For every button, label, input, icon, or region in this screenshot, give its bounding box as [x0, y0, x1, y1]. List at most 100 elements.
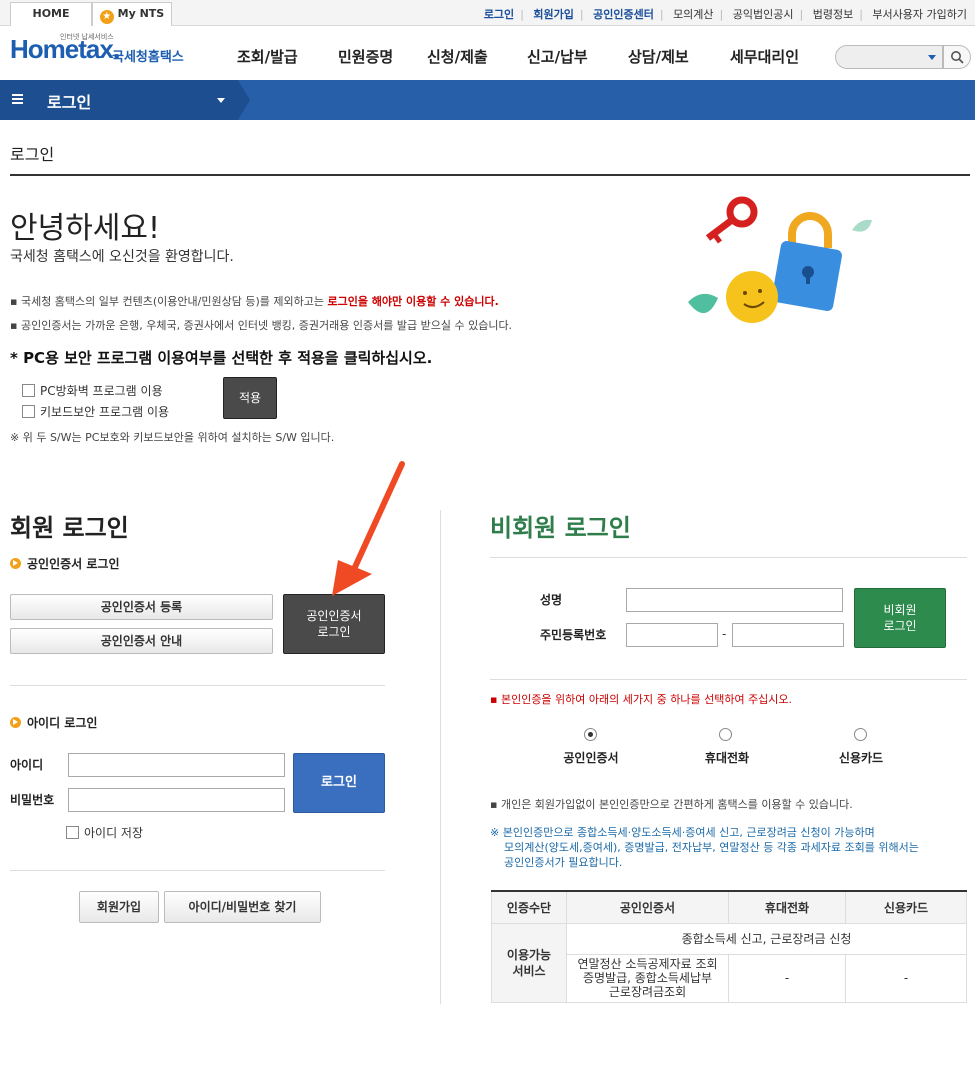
cert-guide-button[interactable]: 공인인증서 안내 — [10, 628, 273, 654]
find-id-password-button[interactable]: 아이디/비밀번호 찾기 — [164, 891, 321, 923]
hometax-logo[interactable]: 인터넷 납세서비스 Hometax. 국세청홈택스 — [10, 32, 200, 72]
table-header-row: 인증수단 공인인증서 휴대전화 신용카드 — [491, 890, 967, 924]
row-label-cell: 이용가능 서비스 — [491, 922, 567, 1003]
nonmember-info-note: ▪ 개인은 회원가입없이 본인인증만으로 간편하게 홈택스를 이용할 수 있습니… — [490, 798, 853, 811]
nav-report[interactable]: 신고/납부 — [527, 46, 588, 67]
radio-card-label: 신용카드 — [838, 751, 884, 765]
mynts-tab-label: My NTS — [117, 7, 165, 20]
id-login-heading-text: 아이디 로그인 — [27, 716, 98, 730]
toplink-dept-user-join[interactable]: 부서사용자 가입하기 — [872, 6, 967, 22]
name-input[interactable] — [626, 588, 843, 612]
rrn-label: 주민등록번호 — [540, 628, 607, 642]
row-label-line1: 이용가능 — [506, 947, 552, 962]
warning-line1: ※ 본인인증만으로 종합소득세·양도소득세·증여세 신고, 근로장려금 신청이 … — [490, 826, 875, 839]
password-input[interactable] — [68, 788, 285, 812]
home-tab-label: HOME — [32, 7, 70, 20]
annotation-arrow — [332, 461, 405, 596]
nonmember-login-title: 비회원 로그인 — [490, 514, 631, 542]
nonmember-login-button[interactable]: 비회원 로그인 — [854, 588, 946, 648]
divider — [10, 685, 385, 686]
select-auth-note-text: 본인인증을 위하여 아래의 세가지 중 하나를 선택하여 주십시오. — [500, 693, 793, 706]
nav-inquiry[interactable]: 조회/발급 — [237, 46, 298, 67]
column-divider — [440, 510, 441, 1004]
note1-red-text: 로그인을 해야만 이용할 수 있습니다. — [327, 295, 499, 308]
toplink-join[interactable]: 회원가입 — [533, 6, 573, 22]
save-id-label: 아이디 저장 — [84, 826, 144, 840]
id-login-heading: 아이디 로그인 — [10, 714, 97, 731]
radio-card[interactable] — [854, 728, 867, 741]
table-header: 인증수단 — [491, 890, 567, 924]
table-header: 휴대전화 — [728, 890, 846, 924]
cert-login-button-line2: 로그인 — [317, 625, 351, 639]
save-id-checkbox[interactable] — [66, 826, 79, 839]
divider — [490, 679, 967, 680]
table-header: 공인인증서 — [566, 890, 729, 924]
smiley-icon — [726, 271, 778, 323]
login-required-note: ▪ 국세청 홈택스의 일부 컨텐츠(이용안내/민원상담 등)를 제외하고는 로그… — [10, 295, 499, 308]
table-cell-line: 증명발급, 종합소득세납부 — [582, 971, 713, 985]
cert-issue-note: ▪ 공인인증서는 가까운 은행, 우체국, 증권사에서 인터넷 뱅킹, 증권거래… — [10, 319, 513, 332]
home-tab[interactable]: HOME — [10, 2, 92, 26]
rrn-front-input[interactable] — [626, 623, 718, 647]
firewall-option[interactable]: PC방화벽 프로그램 이용 — [22, 382, 163, 399]
bullet-icon — [10, 558, 21, 569]
password-label: 비밀번호 — [10, 793, 55, 807]
nav-certificate[interactable]: 민원증명 — [338, 46, 393, 67]
bullet-icon — [10, 717, 21, 728]
id-input[interactable] — [68, 753, 285, 777]
cert-register-button[interactable]: 공인인증서 등록 — [10, 594, 273, 620]
divider — [10, 870, 385, 871]
nav-apply[interactable]: 신청/제출 — [427, 46, 488, 67]
menu-selector[interactable] — [0, 80, 238, 120]
note2-text: 공인인증서는 가까운 은행, 우체국, 증권사에서 인터넷 뱅킹, 증권거래용 … — [20, 319, 513, 332]
table-cell: 연말정산 소득공제자료 조회 증명발급, 종합소득세납부 근로장려금조회 — [566, 953, 729, 1003]
name-label: 성명 — [540, 593, 563, 607]
save-id-option[interactable]: 아이디 저장 — [66, 824, 143, 841]
nav-consult[interactable]: 상담/제보 — [628, 46, 689, 67]
keyboard-checkbox[interactable] — [22, 405, 35, 418]
hello-heading: 안녕하세요! — [10, 211, 161, 246]
radio-phone[interactable] — [719, 728, 732, 741]
warning-line2: 모의계산(양도세,증여세), 증명발급, 전자납부, 연말정산 등 각종 과세자… — [504, 841, 919, 854]
search-dropdown-icon[interactable] — [928, 55, 936, 60]
search-input[interactable] — [835, 45, 943, 69]
sw-note: ※ 위 두 S/W는 PC보호와 키보드보안을 위하여 설치하는 S/W 입니다… — [10, 431, 335, 444]
top-links: 로그인 | 회원가입 | 공인인증센터 | 모의계산 | 공익법인공시 | 법령정보 | 부… — [483, 6, 967, 22]
toplink-mock-calc[interactable]: 모의계산 — [673, 6, 713, 22]
nav-tax-agent[interactable]: 세무대리인 — [730, 46, 799, 67]
table-cell-line: 근로장려금조회 — [608, 985, 687, 999]
firewall-checkbox[interactable] — [22, 384, 35, 397]
table-cell: 종합소득세 신고, 근로장려금 신청 — [566, 922, 967, 955]
table-cell: - — [845, 953, 967, 1003]
band-arrow-shape — [238, 80, 250, 120]
rrn-back-input[interactable] — [732, 623, 844, 647]
toplink-public-corp[interactable]: 공익법인공시 — [733, 6, 794, 22]
nonmember-login-line2: 로그인 — [883, 619, 917, 633]
title-divider — [10, 174, 970, 176]
mynts-tab[interactable]: ★ My NTS — [92, 2, 172, 26]
join-button[interactable]: 회원가입 — [79, 891, 159, 923]
search-button[interactable] — [943, 45, 971, 69]
table-cell: - — [728, 953, 846, 1003]
id-label: 아이디 — [10, 758, 44, 772]
member-login-title: 회원 로그인 — [10, 514, 129, 542]
cert-login-button-line1: 공인인증서 — [306, 609, 362, 623]
key-icon — [705, 196, 758, 244]
search-icon — [951, 51, 964, 64]
toplink-cert-center[interactable]: 공인인증센터 — [593, 6, 654, 22]
service-table: 인증수단 공인인증서 휴대전화 신용카드 이용가능 서비스 종합소득세 신고, … — [491, 890, 967, 1003]
toplink-login[interactable]: 로그인 — [484, 6, 514, 22]
radio-cert-label: 공인인증서 — [563, 751, 619, 765]
page-title: 로그인 — [10, 145, 55, 164]
table-cell-line: 연말정산 소득공제자료 조회 — [577, 957, 718, 971]
radio-cert[interactable] — [584, 728, 597, 741]
login-button[interactable]: 로그인 — [293, 753, 385, 813]
toplink-law-info[interactable]: 법령정보 — [813, 6, 853, 22]
radio-phone-label: 휴대전화 — [704, 751, 750, 765]
table-row: 이용가능 서비스 종합소득세 신고, 근로장려금 신청 — [491, 922, 967, 1003]
table-header: 신용카드 — [845, 890, 967, 924]
keyboard-option[interactable]: 키보드보안 프로그램 이용 — [22, 403, 169, 420]
chevron-down-icon[interactable] — [217, 98, 225, 103]
apply-button[interactable]: 적용 — [223, 377, 277, 419]
lock-icon — [772, 212, 842, 311]
